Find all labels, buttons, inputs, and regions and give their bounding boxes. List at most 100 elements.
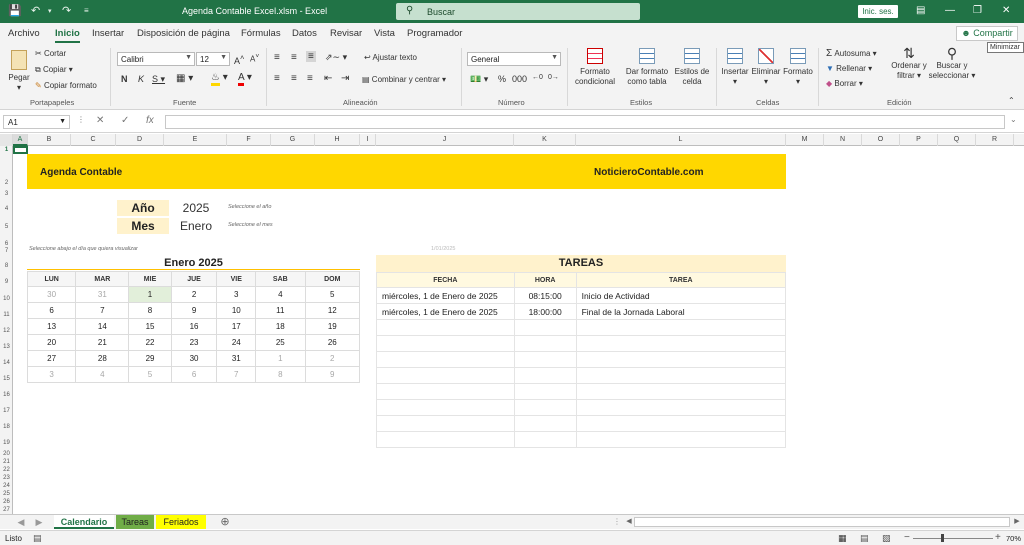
fill-button[interactable]: ▼ Rellenar ▾ [826,64,872,73]
zoom-thumb[interactable] [941,534,944,542]
autosum-button[interactable]: Σ Autosuma ▾ [826,48,877,59]
task-time[interactable] [513,367,577,384]
clear-button[interactable]: ◆ Borrar ▾ [826,79,863,88]
zoom-slider[interactable] [913,538,993,539]
calendar-day[interactable]: 16 [170,318,218,335]
format-painter-button[interactable]: ✎ Copiar formato [35,81,97,90]
calendar-day[interactable]: 17 [216,318,257,335]
row-header[interactable]: 27 [0,507,13,513]
calendar-day[interactable]: 2 [170,286,218,303]
task-row[interactable] [376,351,787,368]
scroll-right-icon[interactable]: ▶ [1012,515,1022,529]
column-header[interactable]: P [900,134,938,146]
tab-revisar[interactable]: Revisar [330,28,362,39]
column-header[interactable]: L [576,134,786,146]
calendar-day[interactable]: 23 [170,334,218,351]
row-header[interactable]: 17 [0,408,13,414]
calendar-day[interactable]: 2 [304,350,361,367]
font-color-button[interactable]: A ▾ [238,72,252,86]
find-select-button[interactable]: ⚲ Buscar y seleccionar ▾ [928,46,976,81]
calendar-day[interactable]: 14 [75,318,130,335]
column-header[interactable]: B [28,134,71,146]
row-header[interactable]: 24 [0,483,13,489]
undo-icon[interactable]: ↶ [31,4,40,17]
task-time[interactable] [513,399,577,416]
sheet-tab[interactable]: Tareas [116,515,154,529]
tab-disposicion[interactable]: Disposición de página [137,28,230,39]
calendar-day[interactable]: 5 [128,366,172,383]
cut-button[interactable]: ✂ Cortar [35,49,66,58]
calendar-day[interactable]: 1 [255,350,306,367]
task-date[interactable] [376,335,515,352]
format-cells-button[interactable]: Formato ▾ [782,48,814,87]
task-row[interactable]: miércoles, 1 de Enero de 2025 08:15:00 Ini… [376,287,787,304]
calendar-day[interactable]: 19 [304,318,361,335]
sign-in-button[interactable]: Inic. ses. [858,5,898,18]
row-header[interactable]: 9 [0,279,13,285]
undo-dropdown-icon[interactable]: ▾ [48,7,52,15]
calendar-day[interactable]: 5 [304,286,361,303]
number-format-select[interactable]: General ▼ [467,52,561,66]
task-date[interactable]: miércoles, 1 de Enero de 2025 [376,303,515,320]
insert-cells-button[interactable]: Insertar ▾ [720,48,750,87]
worksheet[interactable]: Agenda Contable NoticieroContable.com Añ… [13,146,1024,514]
column-header[interactable]: O [862,134,900,146]
calendar-day[interactable]: 1 [128,286,172,303]
column-header[interactable]: F [227,134,271,146]
row-header[interactable]: 10 [0,296,13,302]
year-value[interactable]: 2025 [169,200,223,216]
column-header[interactable]: D [116,134,164,146]
calendar-day[interactable]: 20 [26,334,77,351]
merge-center-button[interactable]: ▤ Combinar y centrar ▾ [362,75,446,84]
row-header[interactable]: 20 [0,451,13,457]
comma-button[interactable]: 000 [512,74,527,84]
task-time[interactable]: 18:00:00 [513,303,577,320]
row-header[interactable]: 1 [0,147,13,153]
row-header[interactable]: 25 [0,491,13,497]
search-box[interactable]: ⚲ Buscar [396,3,640,20]
column-header[interactable]: N [824,134,862,146]
select-all-corner[interactable] [0,134,13,146]
align-top-button[interactable]: ≡ [274,52,280,63]
wrap-text-button[interactable]: ↩ Ajustar texto [364,53,417,62]
calendar-day[interactable]: 30 [170,350,218,367]
calendar-day[interactable]: 26 [304,334,361,351]
tab-archivo[interactable]: Archivo [8,28,40,39]
task-row[interactable] [376,319,787,336]
delete-cells-button[interactable]: Eliminar ▾ [750,48,782,87]
task-description[interactable] [575,399,787,416]
restore-icon[interactable]: ❐ [973,5,982,16]
task-date[interactable] [376,367,515,384]
calendar-day[interactable]: 31 [216,350,257,367]
task-description[interactable]: Inicio de Actividad [575,287,787,304]
task-date[interactable] [376,319,515,336]
share-button[interactable]: ☻ Compartir [956,26,1018,41]
task-description[interactable]: Final de la Jornada Laboral [575,303,787,320]
task-row[interactable] [376,399,787,416]
calendar-day[interactable]: 28 [75,350,130,367]
row-header[interactable]: 3 [0,191,13,197]
collapse-ribbon-icon[interactable]: ⌃ [1008,96,1015,105]
calendar-day[interactable]: 3 [26,366,77,383]
align-right-button[interactable]: ≡ [307,73,313,84]
column-header[interactable]: K [514,134,576,146]
column-header[interactable]: A [13,134,28,146]
add-sheet-icon[interactable]: ⊕ [218,515,232,529]
calendar-day[interactable]: 8 [128,302,172,319]
task-date[interactable] [376,431,515,448]
page-layout-view-icon[interactable]: ▤ [860,533,869,544]
sheet-tab[interactable]: Feriados [156,515,206,529]
calendar-day[interactable]: 27 [26,350,77,367]
tab-insertar[interactable]: Insertar [92,28,124,39]
currency-button[interactable]: 💵 ▾ [470,74,488,85]
formula-input[interactable] [165,115,1005,129]
task-date[interactable] [376,415,515,432]
calendar-day[interactable]: 9 [170,302,218,319]
cell-styles-button[interactable]: Estilos de celda [673,48,711,87]
scroll-left-icon[interactable]: ◀ [624,515,634,529]
row-header[interactable]: 23 [0,475,13,481]
calendar-day[interactable]: 4 [255,286,306,303]
decrease-decimal-button[interactable]: 0→ [548,74,559,81]
sort-filter-button[interactable]: ⇅ Ordenar y filtrar ▾ [888,46,930,81]
scroll-right-icon[interactable]: ▶ [32,515,46,529]
